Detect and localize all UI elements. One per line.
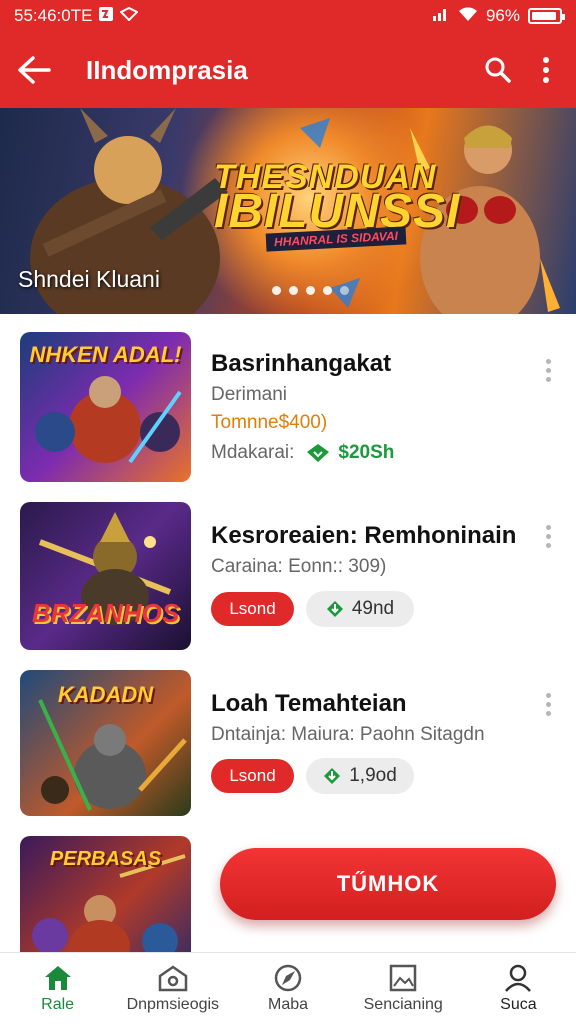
- meta-label: Mdakarai:: [211, 442, 295, 463]
- carousel-dot[interactable]: [272, 286, 281, 295]
- battery-percent: 96%: [485, 6, 520, 25]
- status-bar: 55:46:0TE 96%: [0, 0, 576, 32]
- app-notification-icon: [119, 6, 140, 26]
- item-more-button[interactable]: [536, 516, 560, 556]
- game-thumbnail[interactable]: BRZANHOS: [20, 502, 191, 650]
- overflow-menu-button[interactable]: [522, 46, 570, 94]
- nav-item-profile[interactable]: Suca: [461, 953, 576, 1024]
- game-thumbnail[interactable]: NHKEN ADAL!: [20, 332, 191, 482]
- meta-value: $20Sh: [338, 442, 395, 463]
- download-count-chip[interactable]: 1,9od: [306, 758, 414, 794]
- nav-label: Suca: [500, 995, 537, 1013]
- carousel-dot[interactable]: [323, 286, 332, 295]
- thumbnail-title: BRZANHOS: [31, 598, 180, 628]
- carousel-dot[interactable]: [340, 286, 349, 295]
- wifi-icon: [458, 6, 478, 27]
- nav-label: Rale: [41, 995, 75, 1013]
- game-thumbnail[interactable]: KADADN: [20, 670, 191, 816]
- install-button[interactable]: Lsond: [211, 759, 294, 793]
- thumbnail-title: KADADN: [57, 682, 154, 707]
- thumbnail-title: PERBASAS: [49, 848, 162, 870]
- gallery-icon: [389, 964, 417, 991]
- download-icon: [326, 601, 343, 617]
- bottom-navigation: Rale Dnpmsieogis Maba Sencianing Suca: [0, 952, 576, 1024]
- item-more-button[interactable]: [536, 350, 560, 390]
- item-title[interactable]: Kesroreaien: Remhoninain: [211, 522, 516, 550]
- item-more-button[interactable]: [536, 684, 560, 724]
- nav-label: Dnpmsieogis: [126, 995, 220, 1013]
- carousel-dot[interactable]: [289, 286, 298, 295]
- nav-item-gallery[interactable]: Sencianing: [346, 953, 461, 1024]
- nav-item-home[interactable]: Rale: [0, 953, 115, 1024]
- page-title: IIndomprasia: [86, 54, 248, 85]
- item-title[interactable]: Basrinhangakat: [211, 350, 391, 378]
- hero-title-line2: IBILUNSSI: [214, 185, 461, 238]
- item-title[interactable]: Loah Temahteian: [211, 690, 407, 718]
- home-icon: [44, 965, 71, 990]
- primary-action-button[interactable]: TŰMHOK: [220, 848, 556, 920]
- download-count: 49nd: [351, 598, 395, 619]
- download-info: $20Sh: [306, 442, 394, 464]
- game-thumbnail[interactable]: PERBASAS: [20, 836, 191, 952]
- hero-banner[interactable]: THESNDUAN IBILUNSSI HHANRAL IS SIDAVAI S…: [0, 108, 576, 314]
- store-icon: [158, 964, 188, 991]
- profile-icon: [505, 964, 532, 992]
- item-subtitle: Derimani: [211, 384, 288, 405]
- thumbnail-title: NHKEN ADAL!: [29, 342, 182, 367]
- item-subtitle: Caraina: Eonn:: 309): [211, 556, 387, 577]
- nav-item-explore[interactable]: Maba: [230, 953, 345, 1024]
- arrow-back-icon: [18, 56, 51, 84]
- list-item[interactable]: KADADN Loah Temahteian Dntainja: Maiura:…: [0, 670, 576, 818]
- carousel-dot[interactable]: [306, 286, 315, 295]
- notification-icon: [98, 6, 114, 27]
- list-item[interactable]: BRZANHOS Kesroreaien: Remhoninain Carain…: [0, 502, 576, 652]
- download-icon: [324, 768, 341, 784]
- nav-label: Sencianing: [363, 995, 443, 1013]
- carousel-indicator: [272, 286, 349, 295]
- more-vert-icon: [543, 57, 549, 83]
- download-count: 1,9od: [349, 765, 397, 786]
- hero-caption: Shndei Kluani: [18, 266, 160, 292]
- compass-icon: [274, 964, 302, 991]
- nav-item-store[interactable]: Dnpmsieogis: [115, 953, 230, 1024]
- signal-icon: [432, 6, 450, 27]
- install-button[interactable]: Lsond: [211, 592, 294, 626]
- search-button[interactable]: [474, 46, 522, 94]
- search-icon: [485, 57, 511, 83]
- nav-label: Maba: [267, 995, 309, 1013]
- item-meta: Mdakarai: $20Sh: [211, 442, 394, 464]
- status-time: 55:46:0TE: [14, 6, 93, 25]
- app-bar: IIndomprasia: [0, 32, 576, 108]
- list-item[interactable]: NHKEN ADAL! Basrinhangakat Derimani Tomn…: [0, 332, 576, 484]
- back-button[interactable]: [4, 40, 64, 100]
- item-price: Tomnne$400): [211, 412, 328, 433]
- diamond-download-icon: [307, 444, 330, 462]
- item-subtitle: Dntainja: Maiura: Paohn Sitagdn: [211, 724, 485, 745]
- battery-icon: [528, 8, 565, 24]
- download-count-chip[interactable]: 49nd: [306, 591, 414, 627]
